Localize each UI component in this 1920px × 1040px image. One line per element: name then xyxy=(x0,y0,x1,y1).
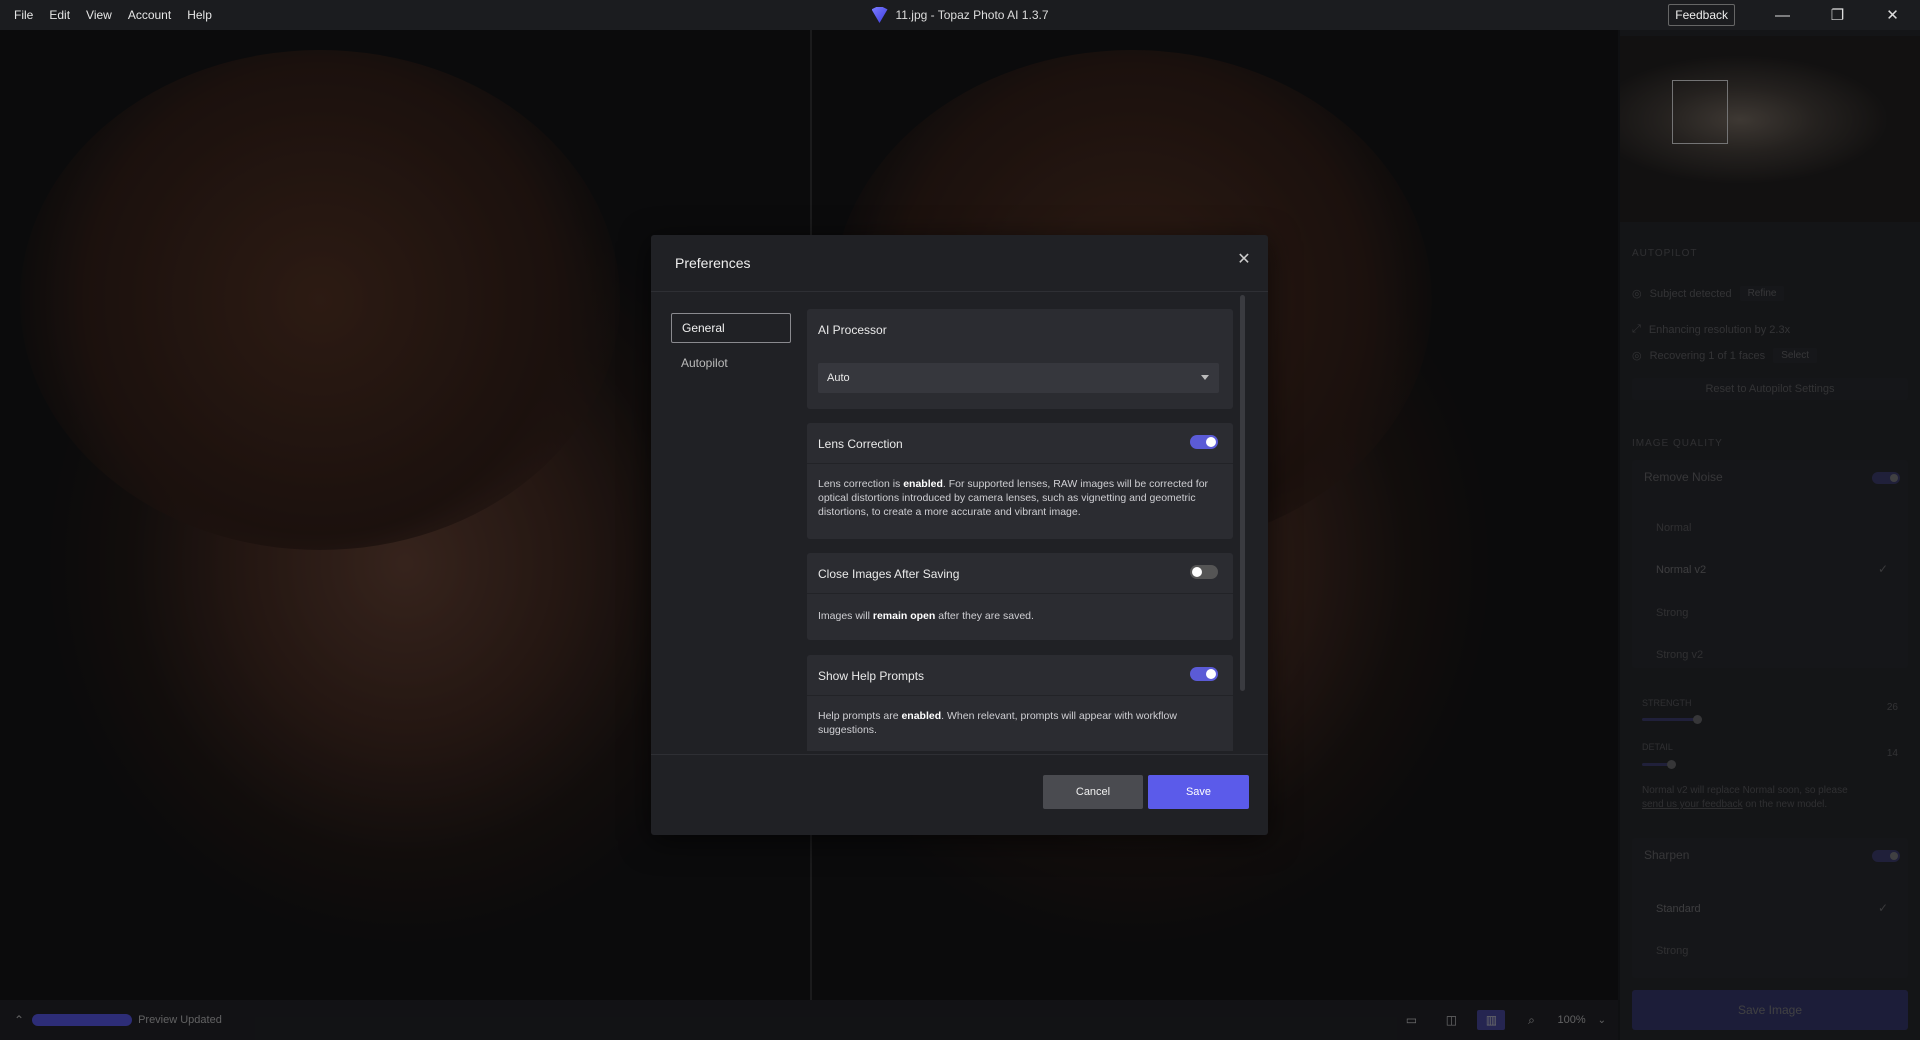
help-prompts-description: Help prompts are enabled. When relevant,… xyxy=(818,710,1177,736)
close-icon[interactable]: ✕ xyxy=(1865,0,1920,30)
ai-processor-title: AI Processor xyxy=(818,323,887,337)
preferences-dialog: Preferences ✕ General Autopilot AI Proce… xyxy=(651,235,1268,835)
caret-down-icon xyxy=(1201,375,1209,380)
menu-account[interactable]: Account xyxy=(120,8,179,22)
feedback-button[interactable]: Feedback xyxy=(1668,4,1735,26)
help-prompts-card: Show Help Prompts Help prompts are enabl… xyxy=(807,655,1233,751)
preferences-content[interactable]: AI Processor Auto Lens Correction Lens c… xyxy=(807,309,1233,751)
lens-correction-description: Lens correction is enabled. For supporte… xyxy=(818,478,1209,518)
cancel-button[interactable]: Cancel xyxy=(1043,775,1143,809)
ai-processor-select[interactable]: Auto xyxy=(818,363,1219,393)
window-title-text: 11.jpg - Topaz Photo AI 1.3.7 xyxy=(895,8,1049,22)
minimize-icon[interactable]: — xyxy=(1755,0,1810,30)
close-after-saving-toggle[interactable] xyxy=(1190,565,1218,579)
dialog-footer-divider xyxy=(651,754,1268,755)
dialog-title: Preferences xyxy=(675,255,751,271)
menu-help[interactable]: Help xyxy=(179,8,220,22)
menu-bar: File Edit View Account Help xyxy=(0,8,220,22)
lens-correction-card: Lens Correction Lens correction is enabl… xyxy=(807,423,1233,539)
ai-processor-card: AI Processor Auto xyxy=(807,309,1233,409)
menu-file[interactable]: File xyxy=(6,8,41,22)
topaz-logo-icon xyxy=(871,7,888,23)
menu-edit[interactable]: Edit xyxy=(41,8,78,22)
help-prompts-toggle[interactable] xyxy=(1190,667,1218,681)
window-title: 11.jpg - Topaz Photo AI 1.3.7 xyxy=(0,0,1920,30)
preferences-nav: General Autopilot xyxy=(671,313,791,383)
lens-correction-title: Lens Correction xyxy=(818,437,903,451)
save-button[interactable]: Save xyxy=(1148,775,1249,809)
ai-processor-value: Auto xyxy=(827,372,850,384)
close-after-saving-title: Close Images After Saving xyxy=(818,567,960,581)
title-bar: File Edit View Account Help 11.jpg - Top… xyxy=(0,0,1920,30)
help-prompts-title: Show Help Prompts xyxy=(818,669,925,683)
nav-autopilot[interactable]: Autopilot xyxy=(671,348,791,378)
dialog-header: Preferences ✕ xyxy=(651,235,1268,292)
close-after-saving-description: Images will remain open after they are s… xyxy=(818,610,1034,622)
menu-view[interactable]: View xyxy=(78,8,120,22)
lens-correction-toggle[interactable] xyxy=(1190,435,1218,449)
nav-general[interactable]: General xyxy=(671,313,791,343)
preferences-scrollbar[interactable] xyxy=(1240,295,1245,691)
restore-icon[interactable]: ❐ xyxy=(1810,0,1865,30)
close-after-saving-card: Close Images After Saving Images will re… xyxy=(807,553,1233,640)
app-window: File Edit View Account Help 11.jpg - Top… xyxy=(0,0,1920,1040)
close-icon[interactable]: ✕ xyxy=(1232,247,1256,271)
